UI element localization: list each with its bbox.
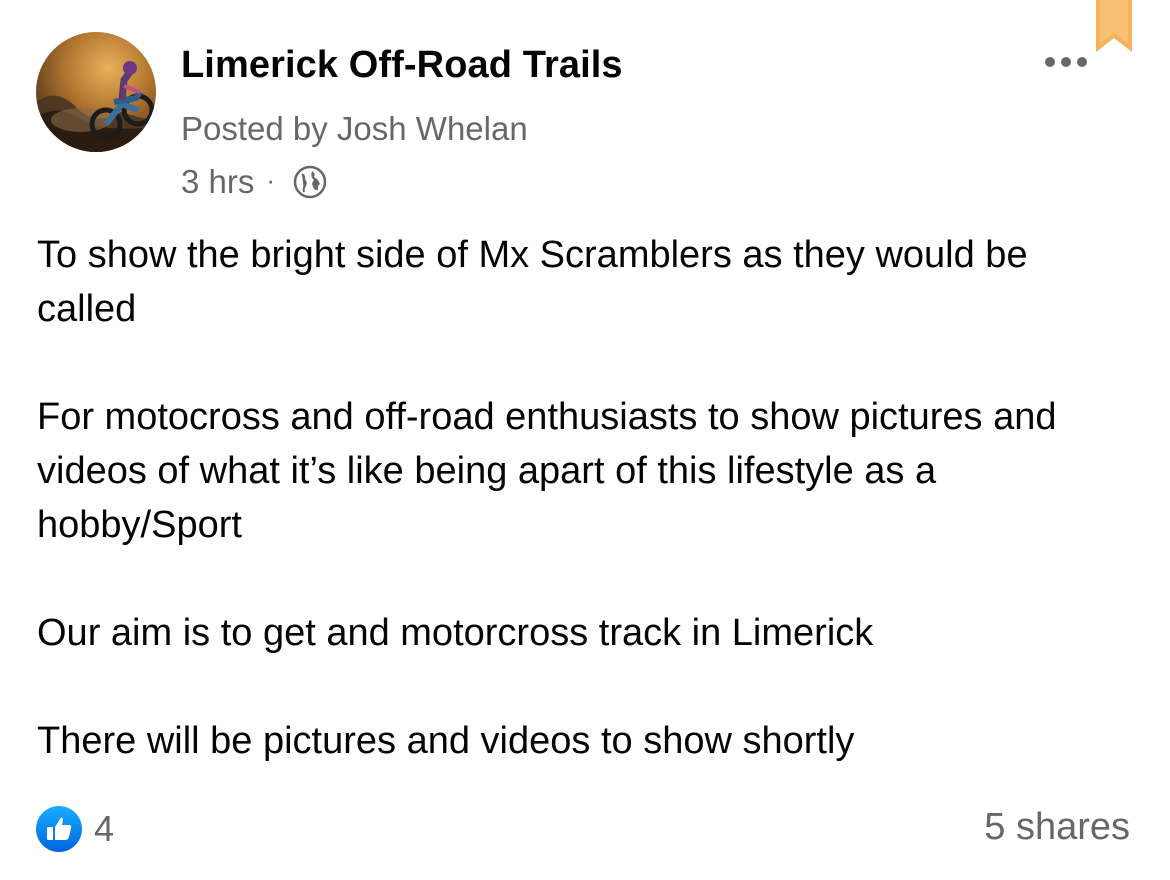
page-avatar[interactable] — [36, 32, 156, 152]
post-paragraph: To show the bright side of Mx Scramblers… — [37, 234, 1028, 330]
globe-icon[interactable] — [293, 165, 327, 199]
meta-separator: · — [266, 164, 276, 195]
like-icon — [36, 806, 82, 852]
post-body: To show the bright side of Mx Scramblers… — [37, 228, 1137, 768]
post-paragraph: Our aim is to get and motorcross track i… — [37, 612, 874, 654]
post-paragraph: There will be pictures and videos to sho… — [37, 720, 855, 762]
posted-by-author[interactable]: Posted by Josh Whelan — [181, 110, 528, 148]
more-options-icon[interactable] — [1040, 50, 1100, 74]
shares-count[interactable]: 5 shares — [984, 806, 1130, 849]
bookmark-ribbon-icon[interactable] — [1096, 0, 1132, 54]
page-name[interactable]: Limerick Off-Road Trails — [181, 44, 623, 87]
post-time[interactable]: 3 hrs — [181, 163, 254, 201]
reactions-summary[interactable]: 4 — [36, 806, 114, 852]
reaction-count: 4 — [94, 808, 115, 849]
post-paragraph: For motocross and off-road enthusiasts t… — [37, 396, 1057, 546]
post-meta: 3 hrs · — [181, 163, 327, 201]
motocross-rider-avatar-icon — [36, 32, 156, 152]
